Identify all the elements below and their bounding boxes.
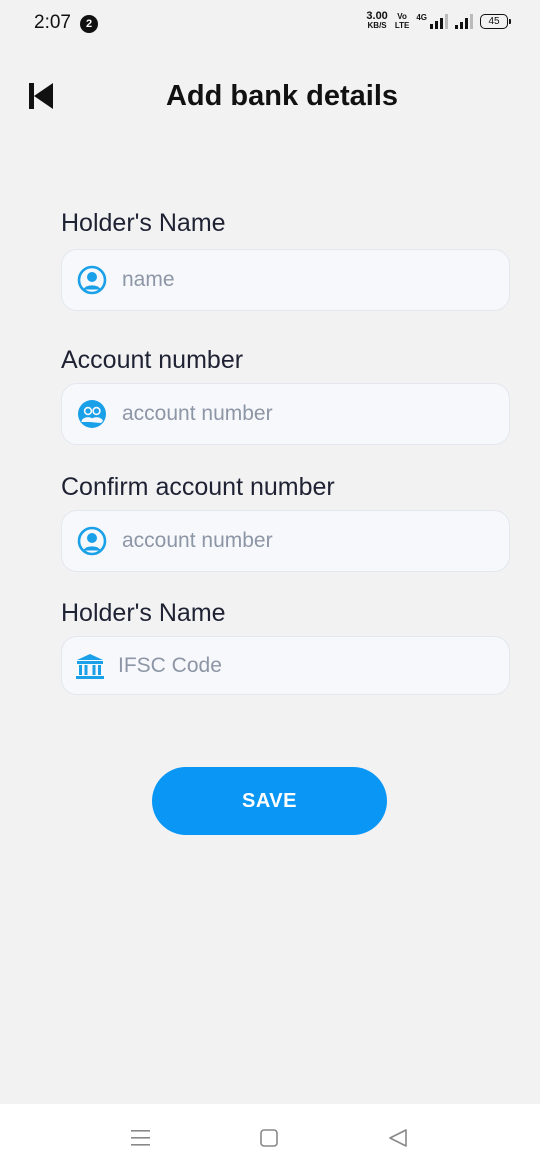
- home-square-icon: [260, 1129, 278, 1147]
- holder-name-field[interactable]: [61, 249, 510, 311]
- battery-level: 45: [488, 15, 500, 27]
- system-nav-bar: [0, 1104, 540, 1170]
- network-speed-value: 3.00: [366, 10, 388, 22]
- ifsc-holder-name-label: Holder's Name: [61, 599, 226, 627]
- user-circle-icon: [76, 264, 108, 296]
- back-nav-button[interactable]: [387, 1126, 411, 1150]
- save-button[interactable]: SAVE: [152, 767, 387, 835]
- volte-indicator: Vo LTE: [395, 12, 410, 30]
- bank-icon: [74, 650, 106, 682]
- ifsc-code-input[interactable]: [118, 645, 478, 686]
- network-speed-unit: KB/S: [367, 21, 387, 30]
- confirm-account-number-label: Confirm account number: [61, 473, 335, 501]
- signal-strength-2-icon: [455, 13, 473, 29]
- account-number-field[interactable]: [61, 383, 510, 445]
- battery-icon: 45: [480, 13, 511, 29]
- status-bar: 2:07 2 3.00 KB/S Vo LTE 4G 45: [0, 0, 540, 46]
- user-circle-icon: [76, 525, 108, 557]
- users-circle-icon: [76, 398, 108, 430]
- ifsc-code-field[interactable]: [61, 636, 510, 695]
- status-time: 2:07: [34, 12, 71, 33]
- signal-strength-1-icon: 4G: [416, 13, 448, 29]
- network-type: 4G: [416, 13, 427, 22]
- back-triangle-icon: [389, 1129, 407, 1147]
- account-number-input[interactable]: [122, 394, 482, 434]
- confirm-account-number-field[interactable]: [61, 510, 510, 572]
- notification-badge: 2: [80, 15, 98, 33]
- home-button[interactable]: [259, 1126, 283, 1150]
- holder-name-label: Holder's Name: [61, 209, 226, 237]
- page-title: Add bank details: [165, 80, 399, 112]
- confirm-account-number-input[interactable]: [122, 521, 482, 561]
- volte-bottom: LTE: [394, 21, 410, 30]
- holder-name-input[interactable]: [122, 260, 482, 300]
- status-indicators: 3.00 KB/S Vo LTE 4G 45: [366, 10, 511, 31]
- account-number-label: Account number: [61, 346, 244, 374]
- network-speed: 3.00 KB/S: [366, 10, 388, 31]
- menu-icon: [131, 1130, 150, 1146]
- menu-button[interactable]: [130, 1126, 154, 1150]
- volte-top: Vo: [397, 12, 407, 21]
